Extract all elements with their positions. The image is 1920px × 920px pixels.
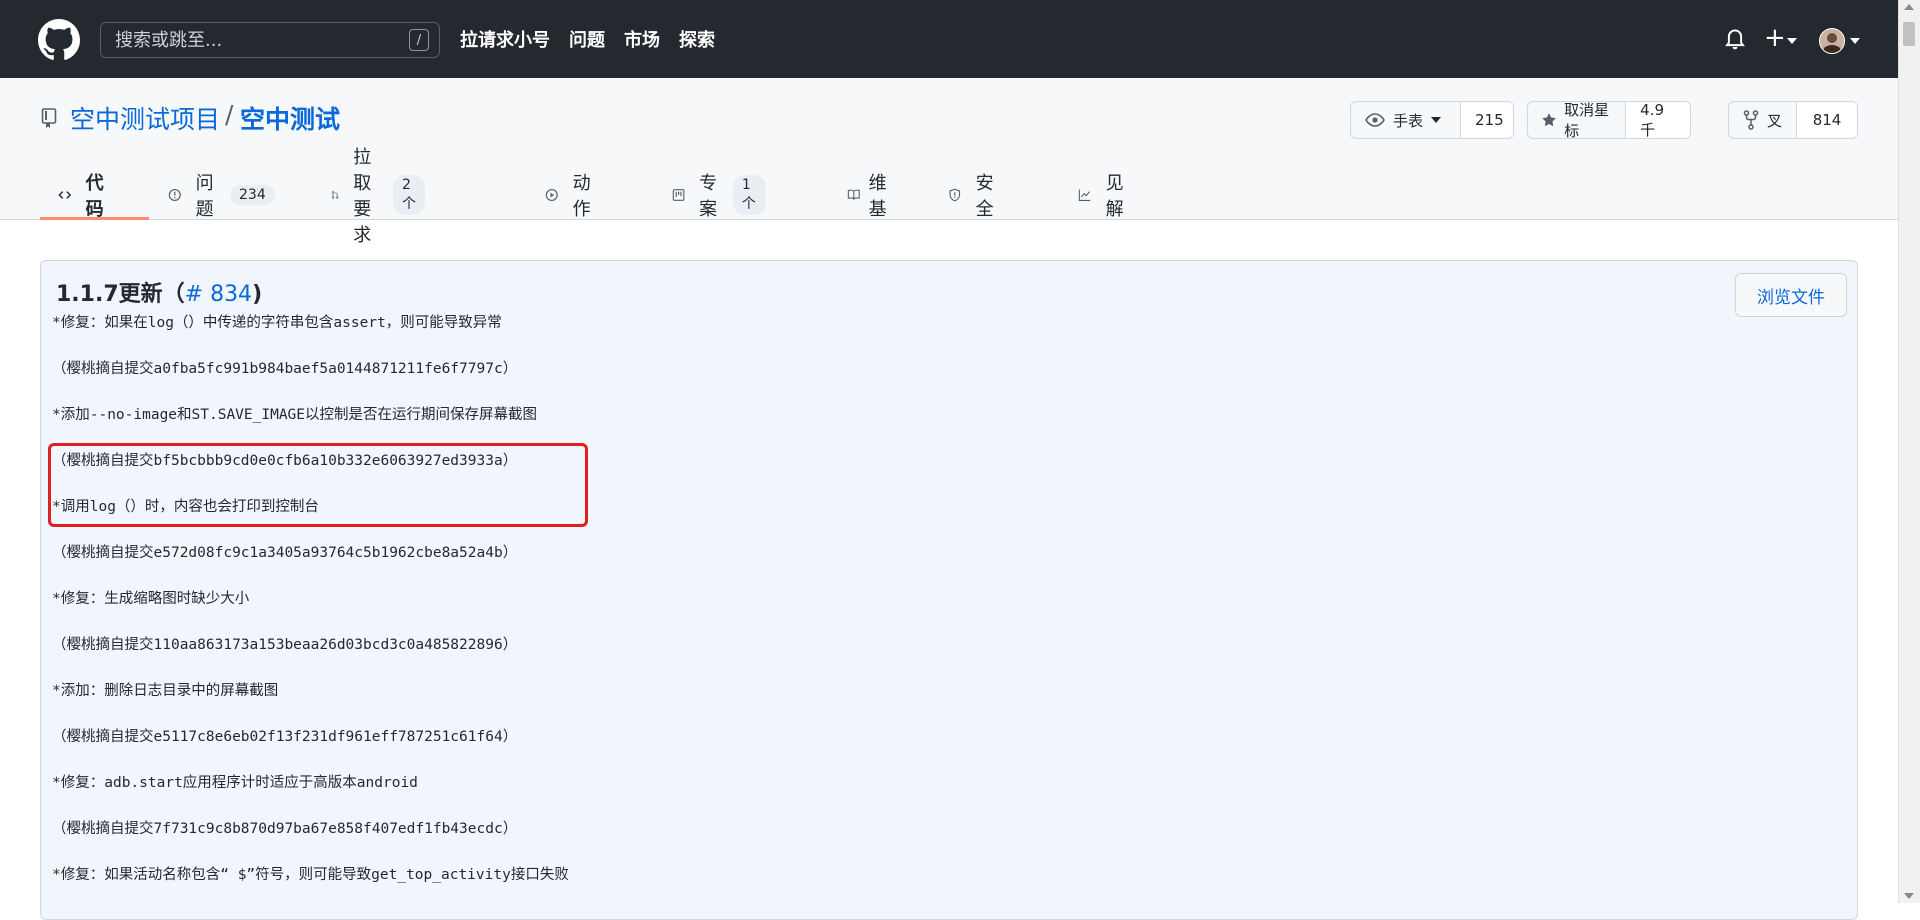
play-icon	[545, 188, 558, 202]
watch-button-group: 手表	[1350, 101, 1477, 139]
tab-projects[interactable]: 专案 1个	[672, 170, 766, 220]
fork-button[interactable]: 叉	[1729, 102, 1798, 138]
bell-icon[interactable]	[1725, 28, 1745, 50]
tab-issues-label: 问题	[195, 173, 214, 220]
star-icon	[1542, 113, 1556, 127]
search-shortcut-key: /	[409, 29, 429, 51]
release-box: 1.1.7更新（# 834) 浏览文件 *修复：如果在log（）中传递的字符串包…	[40, 260, 1858, 920]
fork-button-group: 叉 814	[1728, 101, 1858, 139]
tab-code[interactable]: 代码	[58, 170, 110, 220]
repo-name-link[interactable]: 空中测试	[240, 100, 340, 136]
release-line: *添加：删除日志目录中的屏幕截图	[52, 683, 279, 699]
repo-owner-link[interactable]: 空中测试项目	[70, 100, 220, 136]
repo-path-separator: /	[225, 100, 234, 129]
watch-count[interactable]: 215	[1461, 102, 1513, 138]
fork-count[interactable]: 814	[1797, 102, 1857, 138]
pull-requests-counter: 2个	[393, 175, 425, 215]
red-highlight-annotation	[48, 443, 588, 527]
scroll-down-arrow-icon[interactable]	[1904, 893, 1914, 899]
projects-counter: 1个	[732, 175, 766, 215]
watch-button[interactable]: 手表	[1351, 102, 1476, 138]
shield-icon	[949, 188, 961, 202]
tab-insights-label: 见解	[1105, 173, 1124, 220]
search-input[interactable]	[101, 28, 397, 52]
release-line: （樱桃摘自提交e572d08fc9c1a3405a93764c5b1962cbe…	[52, 545, 518, 561]
fork-icon	[1743, 110, 1759, 130]
fork-label: 叉	[1767, 111, 1783, 130]
tab-code-label: 代码	[85, 173, 104, 220]
release-notes: *修复：如果在log（）中传递的字符串包含assert，则可能导致异常 （樱桃摘…	[48, 311, 1752, 909]
vertical-scrollbar[interactable]	[1898, 0, 1920, 903]
tab-security-label: 安全	[975, 173, 994, 220]
user-avatar-icon	[1820, 29, 1844, 53]
avatar-chevron-down-icon[interactable]	[1850, 38, 1860, 44]
release-title-text: 1.1.7更新（	[56, 282, 185, 307]
tab-wiki[interactable]: 维基	[847, 170, 893, 220]
selected-tab-underline	[40, 217, 149, 220]
unstar-label: 取消星标	[1564, 101, 1610, 139]
scroll-up-arrow-icon[interactable]	[1904, 4, 1914, 10]
tab-security[interactable]: 安全	[948, 170, 1000, 220]
tab-projects-label: 专案	[699, 173, 718, 220]
release-line: （樱桃摘自提交110aa863173a153beaa26d03bcd3c0a48…	[52, 637, 518, 653]
top-header: / 拉请求小号 问题 市场 探索 +	[0, 0, 1898, 78]
release-line: （樱桃摘自提交7f731c9c8b870d97ba67e858f407edf1f…	[52, 821, 518, 837]
watch-label: 手表	[1393, 111, 1424, 130]
release-title: 1.1.7更新（# 834)	[56, 276, 262, 308]
release-pr-link[interactable]: # 834	[185, 282, 252, 307]
release-title-close: )	[252, 282, 263, 307]
tab-pull-requests[interactable]: 拉取要求 2个	[331, 147, 425, 246]
repo-icon	[41, 108, 57, 128]
repo-header: 空中测试项目 / 空中测试 手表 215 取消星标 4.9千 叉 814 代码 …	[0, 78, 1898, 246]
star-button-group: 取消星标 4.9千	[1527, 101, 1691, 139]
release-line: （樱桃摘自提交e5117c8e6eb02f13f231df961eff78725…	[52, 729, 518, 745]
graph-icon	[1078, 189, 1091, 201]
eye-icon	[1365, 113, 1385, 127]
release-line: *修复：生成缩略图时缺少大小	[52, 591, 250, 607]
scroll-thumb[interactable]	[1903, 22, 1915, 46]
unstar-button[interactable]: 取消星标	[1528, 101, 1627, 139]
tab-issues[interactable]: 问题 234	[168, 170, 275, 220]
create-chevron-down-icon[interactable]	[1787, 38, 1797, 44]
star-count[interactable]: 4.9千	[1626, 102, 1690, 138]
nav-explore[interactable]: 探索	[679, 26, 715, 52]
create-new-icon[interactable]: +	[1764, 24, 1786, 52]
tab-actions[interactable]: 动作	[545, 170, 597, 220]
tab-pull-requests-label: 拉取要求	[353, 147, 372, 246]
nav-pull-requests[interactable]: 拉请求小号	[460, 26, 550, 52]
release-line: *修复：如果活动名称包含“ $”符号，则可能导致get_top_activity…	[52, 867, 569, 883]
release-line: *修复：如果在log（）中传递的字符串包含assert，则可能导致异常	[52, 315, 502, 331]
release-line: *修复：adb.start应用程序计时适应于高版本android	[52, 775, 418, 791]
tab-insights[interactable]: 见解	[1078, 170, 1130, 220]
book-icon	[847, 189, 860, 200]
nav-issues[interactable]: 问题	[569, 26, 605, 52]
project-icon	[672, 189, 685, 201]
code-icon	[58, 191, 72, 199]
watch-count-box: 215	[1460, 101, 1514, 139]
tab-actions-label: 动作	[572, 173, 591, 220]
avatar[interactable]	[1819, 28, 1845, 54]
watch-chevron-down-icon	[1431, 117, 1442, 123]
github-logo-icon[interactable]	[38, 19, 80, 61]
search-box[interactable]: /	[100, 22, 440, 58]
issues-counter: 234	[230, 185, 275, 205]
top-nav: 拉请求小号 问题 市场 探索	[460, 26, 715, 52]
pull-request-icon	[331, 191, 339, 199]
issue-icon	[168, 188, 181, 202]
release-line: （樱桃摘自提交a0fba5fc991b984baef5a0144871211fe…	[52, 361, 518, 377]
tab-wiki-label: 维基	[868, 173, 887, 220]
nav-marketplace[interactable]: 市场	[624, 26, 660, 52]
